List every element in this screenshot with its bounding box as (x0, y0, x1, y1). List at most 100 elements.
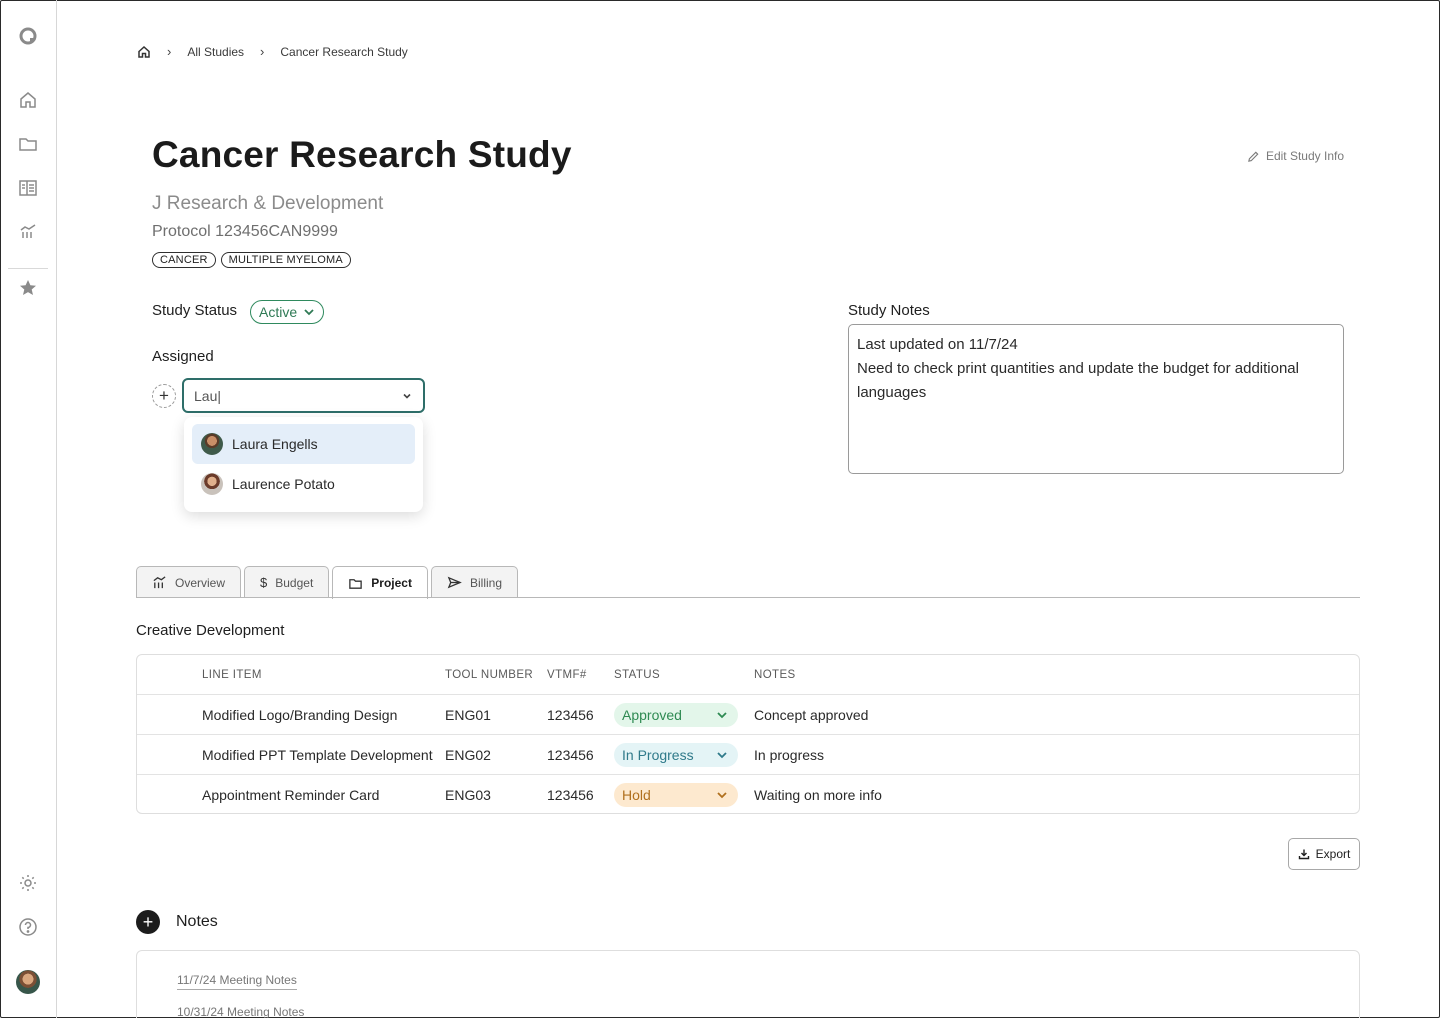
sidebar-divider (8, 268, 48, 269)
tab-label: Billing (469, 575, 502, 590)
study-sponsor: J Research & Development (152, 193, 384, 214)
status-value: Approved (622, 706, 682, 723)
avatar (201, 473, 223, 495)
tab-budget[interactable]: $ Budget (244, 566, 330, 598)
tab-project[interactable]: Project (332, 566, 428, 599)
tab-label: Overview (175, 575, 226, 590)
section-title: Creative Development (136, 622, 285, 639)
study-notes-line: Last updated on 11/7/24 (857, 336, 1018, 353)
home-breadcrumb-icon[interactable] (137, 45, 151, 59)
tabs-divider (136, 597, 1360, 598)
add-assignee-button[interactable]: + (152, 384, 176, 408)
send-icon (447, 576, 462, 589)
status-value: Hold (622, 787, 651, 803)
tab-label: Budget (275, 575, 314, 590)
chart-icon (153, 576, 166, 589)
vtmf-cell: 123456 (547, 706, 594, 723)
column-header: LINE ITEM (202, 668, 262, 681)
folder-icon[interactable] (17, 133, 39, 155)
study-tabs: Overview $ Budget Project Billing (136, 566, 518, 599)
assignee-option-label: Laura Engells (232, 436, 318, 452)
table-row[interactable]: Modified PPT Template Development ENG02 … (137, 735, 1359, 775)
breadcrumb: › All Studies › Cancer Research Study (137, 44, 408, 59)
pencil-icon (1248, 151, 1259, 162)
breadcrumb-current: Cancer Research Study (280, 44, 408, 59)
vtmf-cell: 123456 (547, 787, 594, 803)
notes-heading: Notes (176, 913, 218, 930)
user-avatar[interactable] (16, 970, 40, 994)
column-header: STATUS (614, 668, 661, 681)
assignee-combobox[interactable] (182, 378, 425, 413)
assignee-option[interactable]: Laura Engells (192, 424, 415, 464)
tool-number-cell: ENG01 (445, 706, 491, 723)
app-logo-icon[interactable] (17, 25, 39, 47)
line-items-table: LINE ITEM TOOL NUMBER VTMF# STATUS NOTES… (136, 654, 1360, 814)
column-header: VTMF# (547, 668, 587, 681)
notes-cell: In progress (754, 746, 825, 763)
tag-cancer: CANCER (152, 252, 216, 268)
study-status-label: Study Status (152, 302, 238, 319)
tab-label: Project (371, 576, 412, 590)
edit-study-info-button[interactable]: Edit Study Info (1247, 149, 1344, 163)
chevron-down-icon (304, 309, 314, 316)
status-value: In Progress (622, 746, 694, 763)
page-title: Cancer Research Study (152, 134, 572, 175)
study-status-value: Active (259, 304, 298, 320)
column-header: NOTES (754, 668, 796, 681)
assignee-option[interactable]: Laurence Potato (192, 464, 415, 504)
notes-cell: Concept approved (754, 706, 869, 723)
assignee-search-input[interactable] (194, 387, 384, 404)
tab-overview[interactable]: Overview (136, 566, 242, 598)
meeting-note-link[interactable]: 10/31/24 Meeting Notes (177, 1005, 304, 1018)
study-tags: CANCER MULTIPLE MYELOMA (152, 252, 351, 268)
status-dropdown[interactable]: Approved (614, 702, 738, 727)
analytics-icon[interactable] (17, 221, 39, 243)
add-note-button[interactable]: + (136, 910, 160, 934)
tool-number-cell: ENG03 (445, 787, 491, 803)
building-icon[interactable] (17, 177, 39, 199)
study-notes-textarea[interactable]: Last updated on 11/7/24 Need to check pr… (848, 324, 1344, 474)
table-row[interactable]: Appointment Reminder Card ENG03 123456 H… (137, 775, 1359, 813)
study-protocol: Protocol 123456CAN9999 (152, 223, 338, 240)
study-notes-line: Need to check print quantities and updat… (857, 360, 1299, 401)
tool-number-cell: ENG02 (445, 746, 491, 763)
column-header: TOOL NUMBER (445, 668, 534, 681)
study-status-dropdown[interactable]: Active (250, 300, 325, 324)
chevron-right-icon: › (167, 44, 172, 59)
home-icon[interactable] (17, 89, 39, 111)
tag-multiple-myeloma: MULTIPLE MYELOMA (220, 252, 351, 268)
table-header: LINE ITEM TOOL NUMBER VTMF# STATUS NOTES (137, 655, 1359, 695)
line-item-cell: Appointment Reminder Card (202, 787, 380, 803)
status-dropdown[interactable]: Hold (614, 783, 738, 807)
export-button[interactable]: Export (1288, 838, 1360, 870)
assignee-dropdown: Laura Engells Laurence Potato (184, 417, 423, 512)
meeting-note-link[interactable]: 11/7/24 Meeting Notes (177, 973, 297, 990)
table-row[interactable]: Modified Logo/Branding Design ENG01 1234… (137, 695, 1359, 735)
assigned-label: Assigned (152, 348, 214, 365)
line-item-cell: Modified Logo/Branding Design (202, 706, 398, 723)
assignee-option-label: Laurence Potato (232, 476, 335, 492)
tab-billing[interactable]: Billing (430, 566, 518, 598)
study-notes-label: Study Notes (848, 302, 930, 319)
star-icon[interactable] (17, 277, 39, 299)
sidebar (0, 0, 57, 1018)
notes-list: 11/7/24 Meeting Notes 10/31/24 Meeting N… (136, 950, 1360, 1018)
chevron-down-icon[interactable] (401, 390, 413, 402)
chevron-down-icon (717, 792, 727, 799)
dollar-icon: $ (260, 575, 268, 590)
breadcrumb-all-studies[interactable]: All Studies (187, 45, 244, 59)
avatar (201, 433, 223, 455)
help-icon[interactable] (17, 916, 39, 938)
download-icon (1298, 849, 1309, 860)
export-label: Export (1315, 847, 1351, 861)
line-item-cell: Modified PPT Template Development (202, 746, 433, 763)
edit-study-info-label: Edit Study Info (1265, 149, 1344, 163)
settings-gear-icon[interactable] (17, 872, 39, 894)
chevron-down-icon (717, 711, 727, 718)
vtmf-cell: 123456 (547, 746, 594, 763)
status-dropdown[interactable]: In Progress (614, 742, 738, 767)
chevron-down-icon (717, 751, 727, 758)
notes-cell: Waiting on more info (754, 787, 882, 803)
folder-icon (349, 578, 363, 589)
chevron-right-icon: › (260, 44, 265, 59)
